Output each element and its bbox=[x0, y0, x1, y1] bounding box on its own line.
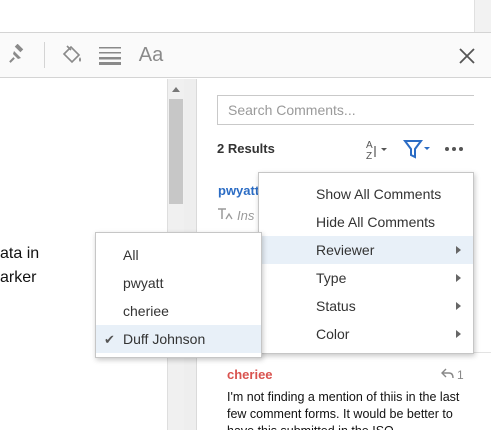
pin-icon[interactable] bbox=[3, 41, 31, 69]
menu-item-type[interactable]: Type bbox=[259, 264, 473, 292]
more-options-icon[interactable] bbox=[443, 137, 465, 161]
comment-author[interactable]: cheriee bbox=[227, 367, 273, 382]
insert-text-icon bbox=[217, 207, 233, 224]
menu-item-label: Status bbox=[316, 298, 356, 314]
document-text-line: ata in bbox=[0, 245, 40, 262]
reviewer-option-all[interactable]: All bbox=[96, 241, 261, 269]
scrollbar-thumb[interactable] bbox=[169, 99, 183, 204]
window-scrollbar[interactable] bbox=[474, 0, 491, 32]
reviewer-submenu: All pwyatt cheriee ✔ Duff Johnson bbox=[95, 232, 262, 358]
top-blank-strip bbox=[0, 0, 491, 32]
svg-text:A: A bbox=[366, 140, 373, 151]
reviewer-option-label: cheriee bbox=[123, 303, 169, 319]
reviewer-option-label: All bbox=[123, 247, 139, 263]
comment-subtext-label: Ins bbox=[237, 208, 255, 223]
menu-item-label: Type bbox=[316, 270, 347, 286]
reply-icon bbox=[440, 367, 454, 382]
reply-count[interactable]: 1 bbox=[440, 367, 464, 382]
comment-body: I'm not finding a mention of thiis in th… bbox=[227, 390, 460, 430]
scroll-up-arrow-icon[interactable] bbox=[172, 87, 180, 92]
submenu-arrow-icon bbox=[456, 246, 461, 254]
results-count: 2 Results bbox=[217, 141, 275, 156]
reviewer-option-duff-johnson[interactable]: ✔ Duff Johnson bbox=[96, 325, 261, 353]
submenu-arrow-icon bbox=[456, 274, 461, 282]
close-icon[interactable] bbox=[455, 44, 479, 68]
reviewer-option-pwyatt[interactable]: pwyatt bbox=[96, 269, 261, 297]
checkmark-icon: ✔ bbox=[104, 332, 115, 347]
acrobat-comments-window: Aa ata in arker 2 Results A Z bbox=[0, 0, 491, 430]
line-weight-icon[interactable] bbox=[96, 41, 124, 69]
menu-item-color[interactable]: Color bbox=[259, 320, 473, 348]
reviewer-option-label: pwyatt bbox=[123, 275, 164, 291]
filter-menu: Show All Comments Hide All Comments Revi… bbox=[258, 172, 474, 354]
menu-item-label: Reviewer bbox=[316, 242, 375, 258]
text-style-button[interactable]: Aa bbox=[134, 41, 168, 69]
paint-bucket-icon[interactable] bbox=[58, 41, 86, 69]
menu-item-label: Hide All Comments bbox=[316, 214, 436, 230]
filter-icon[interactable] bbox=[403, 137, 433, 161]
menu-item-hide-all-comments[interactable]: Hide All Comments bbox=[259, 208, 473, 236]
menu-item-status[interactable]: Status bbox=[259, 292, 473, 320]
menu-item-label: Color bbox=[316, 326, 350, 342]
menu-item-label: Show All Comments bbox=[316, 186, 442, 202]
reply-count-value: 1 bbox=[457, 367, 464, 382]
comment-subtext: Ins bbox=[217, 207, 254, 224]
search-comments-input[interactable] bbox=[217, 95, 475, 125]
comment-author[interactable]: pwyatt bbox=[218, 183, 259, 198]
comment-toolbar: Aa bbox=[0, 32, 491, 78]
reviewer-option-cheriee[interactable]: cheriee bbox=[96, 297, 261, 325]
menu-item-reviewer[interactable]: Reviewer bbox=[259, 236, 473, 264]
document-text-line: arker bbox=[0, 269, 37, 286]
text-style-label: Aa bbox=[138, 43, 164, 66]
reviewer-option-label: Duff Johnson bbox=[123, 331, 206, 347]
sort-az-icon[interactable]: A Z bbox=[365, 137, 391, 161]
svg-text:Z: Z bbox=[366, 151, 372, 161]
toolbar-separator bbox=[44, 42, 45, 68]
menu-item-show-all-comments[interactable]: Show All Comments bbox=[259, 180, 473, 208]
submenu-arrow-icon bbox=[456, 302, 461, 310]
submenu-arrow-icon bbox=[456, 330, 461, 338]
pane-right-edge bbox=[474, 79, 491, 430]
